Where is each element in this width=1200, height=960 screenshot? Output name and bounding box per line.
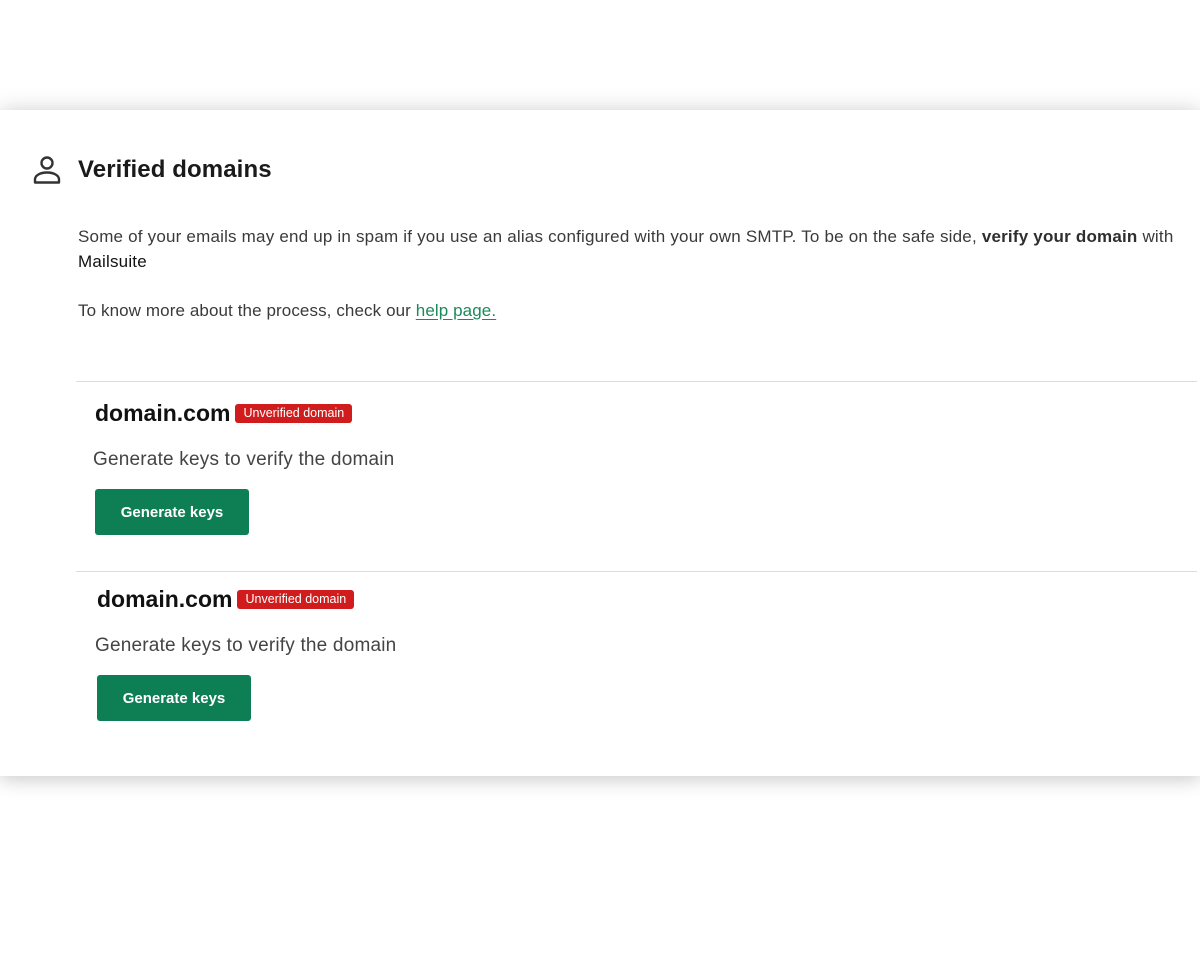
page-title: Verified domains (78, 156, 272, 183)
intro-bold-text: verify your domain (981, 227, 1138, 246)
domain-item: domain.com Unverified domain Generate ke… (93, 400, 395, 535)
domain-name: domain.com (95, 400, 231, 426)
domain-row: domain.com Unverified domain (95, 400, 394, 427)
section-header: Verified domains (31, 154, 272, 186)
help-page-link[interactable]: help page. (416, 301, 496, 320)
unverified-badge: Unverified domain (237, 590, 355, 609)
help-prefix: To know more about the process, check ou… (78, 301, 416, 320)
verified-domains-card: Verified domains Some of your emails may… (0, 110, 1200, 776)
domain-item: domain.com Unverified domain Generate ke… (95, 586, 397, 721)
domain-name: domain.com (97, 586, 233, 612)
divider (76, 381, 1197, 382)
generate-keys-button[interactable]: Generate keys (95, 489, 249, 535)
intro-text: Some of your emails may end up in spam i… (78, 224, 1190, 274)
intro-text-with: with (1137, 227, 1174, 246)
domain-description: Generate keys to verify the domain (93, 449, 395, 470)
user-icon (31, 154, 63, 186)
page: Verified domains Some of your emails may… (0, 0, 1200, 960)
domain-row: domain.com Unverified domain (97, 586, 396, 613)
domain-description: Generate keys to verify the domain (95, 635, 397, 656)
generate-keys-button[interactable]: Generate keys (97, 675, 251, 721)
divider (76, 571, 1197, 572)
brand-name: Mailsuite (78, 252, 147, 271)
unverified-badge: Unverified domain (235, 404, 353, 423)
help-text: To know more about the process, check ou… (78, 298, 496, 323)
intro-text-before: Some of your emails may end up in spam i… (78, 227, 982, 246)
